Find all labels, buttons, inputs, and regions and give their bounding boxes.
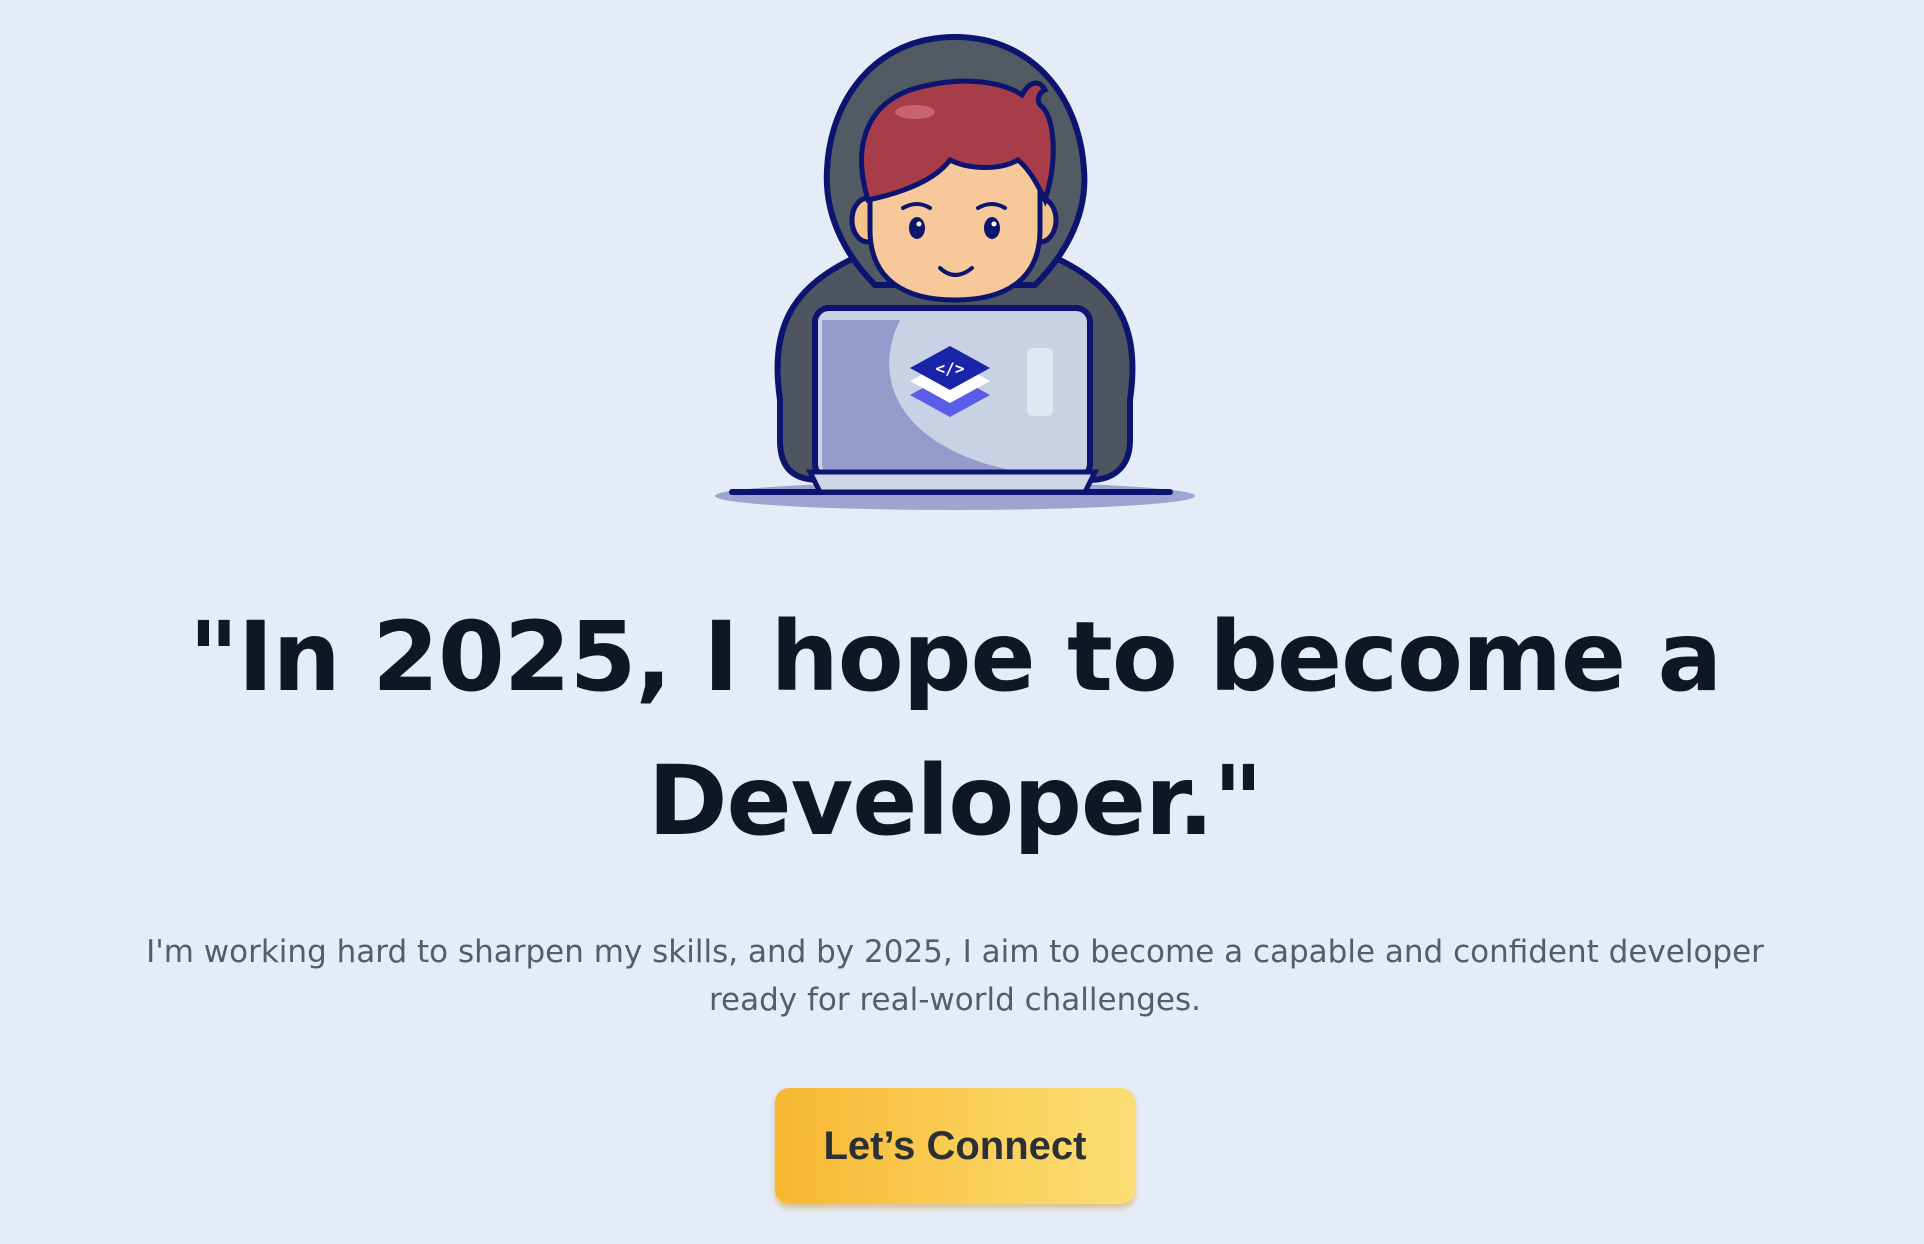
lets-connect-button[interactable]: Let’s Connect (775, 1088, 1135, 1204)
laptop-base (805, 469, 1100, 495)
hero-section: </> "In 2025, I hope to become a Develop… (0, 0, 1924, 1244)
hero-description: I'm working hard to sharpen my skills, a… (146, 934, 1764, 1018)
left-eye (909, 217, 925, 239)
page-title: "In 2025, I hope to become a Developer." (188, 601, 1723, 857)
right-eye (984, 217, 1000, 239)
svg-text:</>: </> (936, 359, 965, 378)
developer-with-laptop-icon: </> (715, 33, 1195, 510)
laptop-screen-glare (1027, 348, 1053, 416)
hair-highlight (895, 105, 935, 119)
